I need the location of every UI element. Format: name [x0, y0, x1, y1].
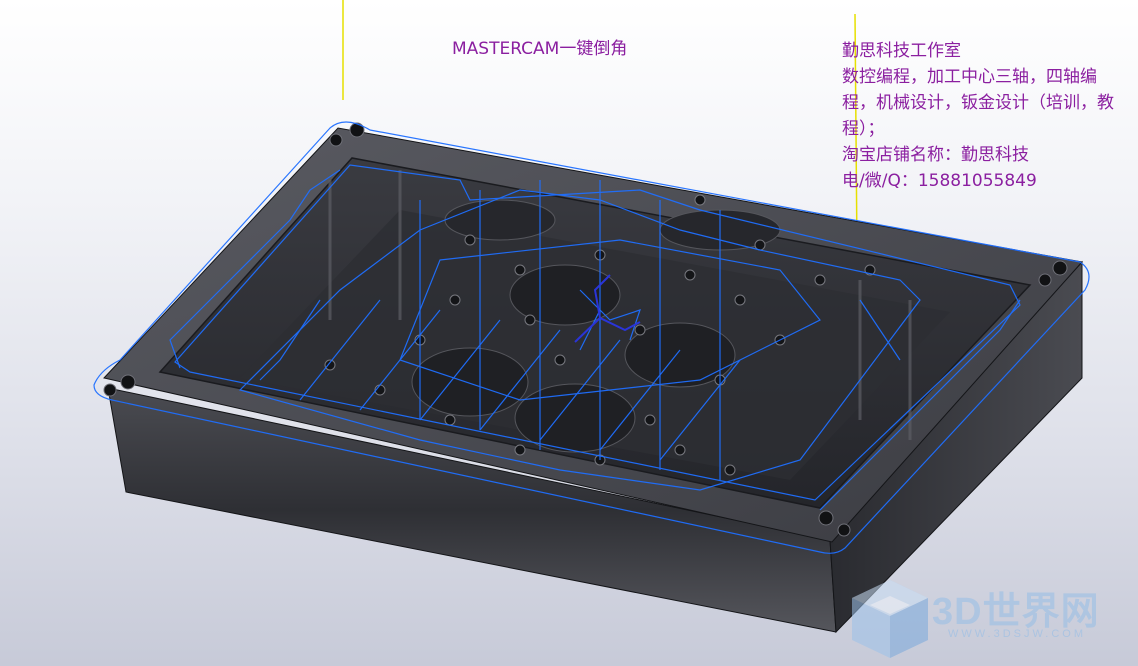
part-model-icon[interactable]: [93, 121, 1090, 634]
caption-title: MASTERCAM一键倒角: [452, 39, 628, 59]
watermark-text: 3D世界网: [932, 591, 1100, 633]
studio-contact: 电/微/Q：15881055849: [842, 171, 1037, 191]
studio-shop-name: 淘宝店铺名称：勤思科技: [842, 145, 1029, 165]
studio-info-block: 勤思科技工作室 数控编程，加工中心三轴，四轴编程，机械设计，钣金设计（培训，教程…: [842, 38, 1124, 194]
studio-name: 勤思科技工作室: [842, 41, 961, 61]
watermark-url: WWW.3DSJW.COM: [948, 628, 1086, 640]
watermark: 3D世界网 WWW.3DSJW.COM: [852, 578, 1122, 660]
studio-services: 数控编程，加工中心三轴，四轴编程，机械设计，钣金设计（培训，教程）；: [842, 67, 1114, 139]
